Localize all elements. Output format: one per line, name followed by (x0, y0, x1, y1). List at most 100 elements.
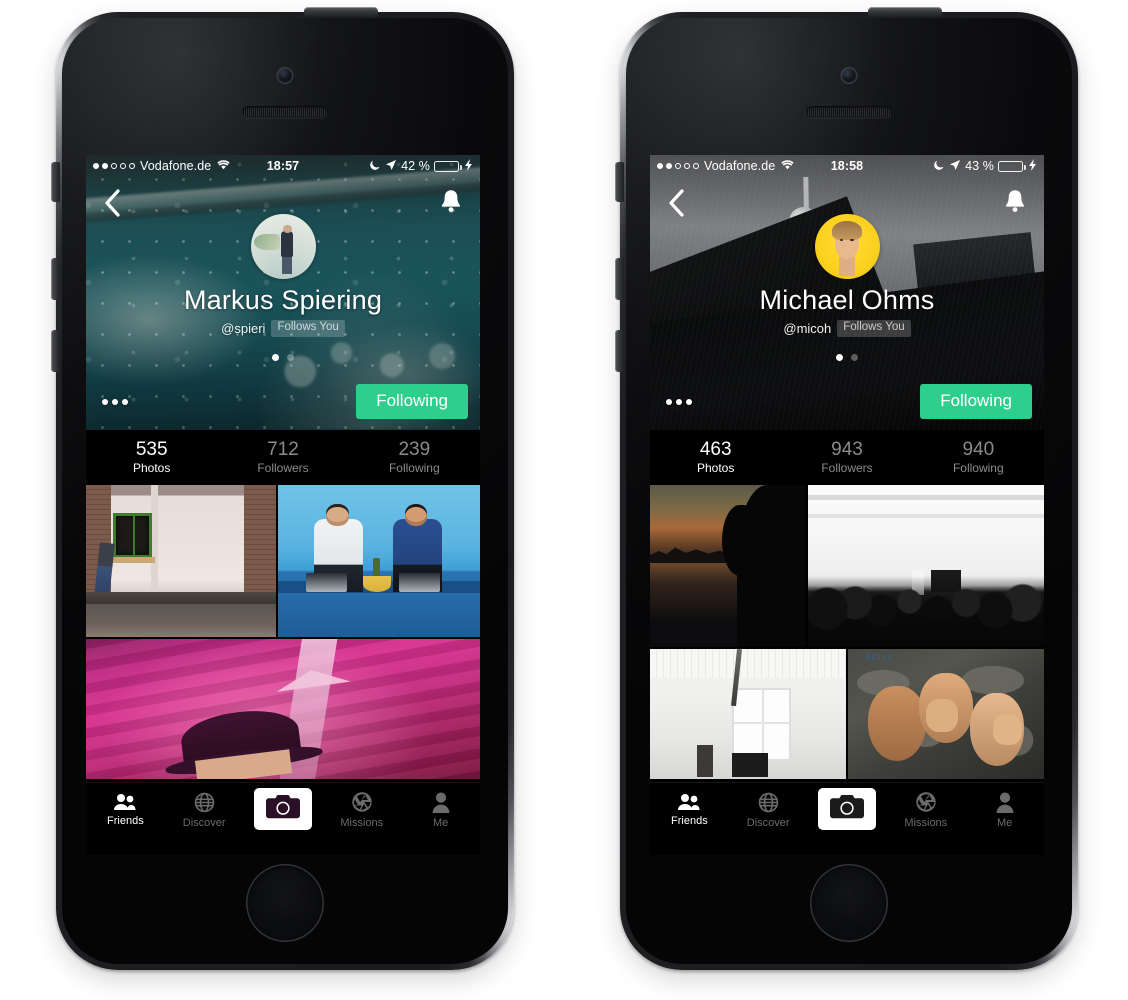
wifi-icon (780, 159, 795, 173)
photo-grid-row (86, 639, 480, 780)
tab-camera[interactable] (808, 787, 887, 830)
person-icon (996, 792, 1014, 816)
stat-photos-label: Photos (132, 461, 171, 476)
page-dot-2[interactable] (851, 353, 858, 361)
tab-camera[interactable] (244, 787, 323, 830)
stat-following[interactable]: 239 Following (349, 439, 480, 475)
volume-down-button[interactable] (51, 330, 60, 372)
back-button[interactable] (100, 186, 124, 220)
phone-left: Vodafone.de 18:57 42 % Markus Spiering @… (51, 7, 514, 970)
page-dot-1[interactable] (272, 353, 279, 361)
page-dot-1[interactable] (836, 353, 843, 361)
avatar[interactable] (250, 214, 316, 279)
status-bar-right: 43 % (933, 158, 1037, 174)
earpiece-speaker (806, 106, 892, 118)
camera-icon (265, 794, 301, 823)
handle-row: @spieri Follows You (86, 320, 480, 337)
notifications-button[interactable] (436, 186, 466, 218)
volume-up-button[interactable] (51, 258, 60, 300)
stat-followers[interactable]: 943 Followers (781, 439, 912, 475)
globe-icon (194, 792, 215, 816)
stat-following-label: Following (388, 461, 440, 476)
stat-followers[interactable]: 712 Followers (217, 439, 348, 475)
cover-page-dots[interactable] (650, 353, 1044, 361)
tab-friends-label: Friends (107, 815, 144, 828)
follow-button[interactable]: Following (920, 384, 1032, 419)
status-bar-left: Vodafone.de (657, 159, 795, 173)
front-camera-icon (841, 68, 857, 83)
profile-stats: 463 Photos 943 Followers 940 Following (650, 430, 1044, 486)
signal-strength-icon (93, 163, 135, 169)
photo-grid (86, 485, 480, 783)
stat-followers-label: Followers (257, 461, 309, 476)
more-options-button[interactable] (662, 391, 696, 413)
stat-following-value: 940 (962, 439, 995, 460)
photo-friends-map[interactable]: 21:25 (848, 649, 1044, 780)
status-bar-right: 42 % (369, 158, 473, 174)
friends-icon (113, 793, 137, 814)
photo-white-room[interactable] (650, 649, 846, 780)
stat-photos-value: 535 (135, 439, 168, 460)
home-button[interactable] (810, 864, 888, 942)
screen-right: Vodafone.de 18:58 43 % Michael Ohms @mic… (650, 155, 1044, 855)
photo-house-window[interactable] (86, 485, 276, 638)
stat-photos[interactable]: 535 Photos (86, 439, 217, 475)
photo-sunset-silhouette[interactable] (650, 485, 806, 648)
page-dot-2[interactable] (287, 353, 294, 361)
battery-icon (998, 160, 1026, 172)
stat-photos[interactable]: 463 Photos (650, 439, 781, 475)
notifications-button[interactable] (1000, 186, 1030, 218)
power-button[interactable] (304, 7, 378, 17)
photo-grid-row (650, 485, 1044, 648)
home-button[interactable] (246, 864, 324, 942)
carrier-label: Vodafone.de (704, 159, 776, 173)
status-bar-left: Vodafone.de (93, 159, 231, 173)
photo-pink-portrait[interactable] (86, 639, 480, 780)
follow-button[interactable]: Following (356, 384, 468, 419)
tab-discover-label: Discover (746, 816, 790, 829)
photo-grid-row (86, 485, 480, 638)
volume-down-button[interactable] (615, 330, 624, 372)
status-bar: Vodafone.de 18:58 43 % (650, 155, 1044, 177)
moon-icon (933, 159, 945, 174)
mute-switch[interactable] (51, 162, 60, 202)
person-icon (432, 792, 450, 816)
tab-discover[interactable]: Discover (729, 789, 808, 829)
screen-bottom-edge (650, 834, 1044, 838)
tab-me[interactable]: Me (965, 789, 1044, 829)
aperture-icon (351, 791, 373, 816)
power-button[interactable] (868, 7, 942, 17)
location-arrow-icon (385, 159, 397, 174)
tab-missions[interactable]: Missions (886, 788, 965, 829)
handle-label: @micoh (783, 320, 832, 336)
wifi-icon (216, 159, 231, 173)
photo-white-event-hall[interactable] (808, 485, 1044, 648)
photo-blue-office[interactable] (278, 485, 480, 638)
tab-missions[interactable]: Missions (322, 788, 401, 829)
bolt-icon (465, 158, 473, 174)
battery-icon (434, 160, 462, 172)
page-title: Markus Spiering (183, 285, 383, 315)
cover-actions: Following (650, 384, 1044, 419)
tab-discover-label: Discover (182, 816, 226, 829)
volume-up-button[interactable] (615, 258, 624, 300)
mute-switch[interactable] (615, 162, 624, 202)
tab-discover[interactable]: Discover (165, 789, 244, 829)
front-camera-icon (277, 68, 293, 83)
cover-page-dots[interactable] (86, 353, 480, 361)
location-arrow-icon (949, 159, 961, 174)
avatar-image (250, 214, 316, 279)
screen-bottom-edge (86, 834, 480, 838)
tab-friends[interactable]: Friends (86, 790, 165, 827)
tab-friends[interactable]: Friends (650, 790, 729, 827)
profile-cover[interactable]: Markus Spiering @spieri Follows You Foll… (86, 155, 480, 430)
stat-following[interactable]: 940 Following (913, 439, 1044, 475)
phone-right: Vodafone.de 18:58 43 % Michael Ohms @mic… (615, 7, 1078, 970)
avatar-image (814, 214, 880, 279)
stat-photos-value: 463 (699, 439, 732, 460)
avatar[interactable] (814, 214, 880, 279)
back-button[interactable] (664, 186, 688, 220)
more-options-button[interactable] (98, 391, 132, 413)
profile-cover[interactable]: Michael Ohms @micoh Follows You Followin… (650, 155, 1044, 430)
tab-me[interactable]: Me (401, 789, 480, 829)
